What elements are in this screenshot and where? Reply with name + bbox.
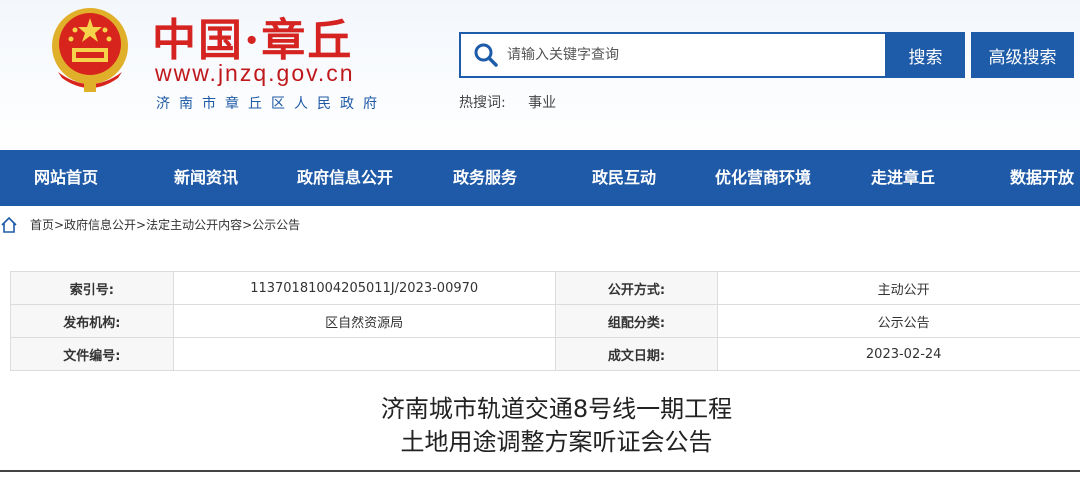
divider	[0, 470, 1080, 472]
nav-item-gov-info[interactable]: 政府信息公开	[297, 150, 393, 206]
category-label: 组配分类:	[554, 304, 719, 338]
hot-search: 热搜词: 事业	[459, 92, 574, 112]
open-method-label: 公开方式:	[554, 271, 719, 305]
nav-item-services[interactable]: 政务服务	[453, 150, 517, 206]
document-title-line1: 济南城市轨道交通8号线一期工程	[380, 395, 733, 423]
home-icon[interactable]	[0, 216, 18, 234]
document-meta-table: 索引号: 11370181004205011J/2023-00970 公开方式:…	[10, 271, 1080, 371]
date-value: 2023-02-24	[717, 337, 1080, 371]
search-input[interactable]	[507, 34, 877, 76]
site-subtitle: 济南市章丘区人民政府	[156, 96, 386, 112]
search-box	[459, 32, 887, 78]
site-title[interactable]: 中国·章丘	[152, 4, 353, 68]
nav-item-interaction[interactable]: 政民互动	[592, 150, 656, 206]
nav-item-business[interactable]: 优化营商环境	[715, 150, 811, 206]
index-value: 11370181004205011J/2023-00970	[172, 271, 556, 305]
doc-number-label: 文件编号:	[10, 337, 174, 371]
nav-item-about[interactable]: 走进章丘	[871, 150, 935, 206]
category-value: 公示公告	[717, 304, 1080, 338]
nav-item-home[interactable]: 网站首页	[34, 150, 98, 206]
hot-search-word[interactable]: 事业	[528, 95, 556, 111]
document-title-line2: 土地用途调整方案听证会公告	[400, 428, 713, 456]
national-emblem-icon[interactable]	[48, 6, 132, 94]
breadcrumb-text[interactable]: 首页>政府信息公开>法定主动公开内容>公示公告	[30, 214, 300, 236]
nav-item-open-data[interactable]: 数据开放	[1010, 150, 1074, 206]
publisher-label: 发布机构:	[10, 304, 174, 338]
publisher-value: 区自然资源局	[172, 304, 556, 338]
doc-number-value	[172, 337, 556, 371]
nav-item-news[interactable]: 新闻资讯	[174, 150, 238, 206]
table-row: 发布机构: 区自然资源局 组配分类: 公示公告	[10, 304, 1080, 338]
hot-search-label: 热搜词:	[459, 95, 506, 111]
open-method-value: 主动公开	[717, 271, 1080, 305]
date-label: 成文日期:	[554, 337, 719, 371]
document-title: 济南城市轨道交通8号线一期工程 土地用途调整方案听证会公告	[0, 393, 1080, 459]
site-header: 中国·章丘 www.jnzq.gov.cn 济南市章丘区人民政府 搜索 高级搜索…	[0, 0, 1080, 150]
index-label: 索引号:	[10, 271, 174, 305]
main-nav: 网站首页 新闻资讯 政府信息公开 政务服务 政民互动 优化营商环境 走进章丘 数…	[0, 150, 1080, 206]
table-row: 文件编号: 成文日期: 2023-02-24	[10, 337, 1080, 371]
advanced-search-button[interactable]: 高级搜索	[971, 32, 1074, 78]
search-button[interactable]: 搜索	[886, 32, 965, 78]
table-row: 索引号: 11370181004205011J/2023-00970 公开方式:…	[10, 271, 1080, 305]
site-url[interactable]: www.jnzq.gov.cn	[155, 60, 355, 87]
search-icon	[474, 43, 498, 67]
